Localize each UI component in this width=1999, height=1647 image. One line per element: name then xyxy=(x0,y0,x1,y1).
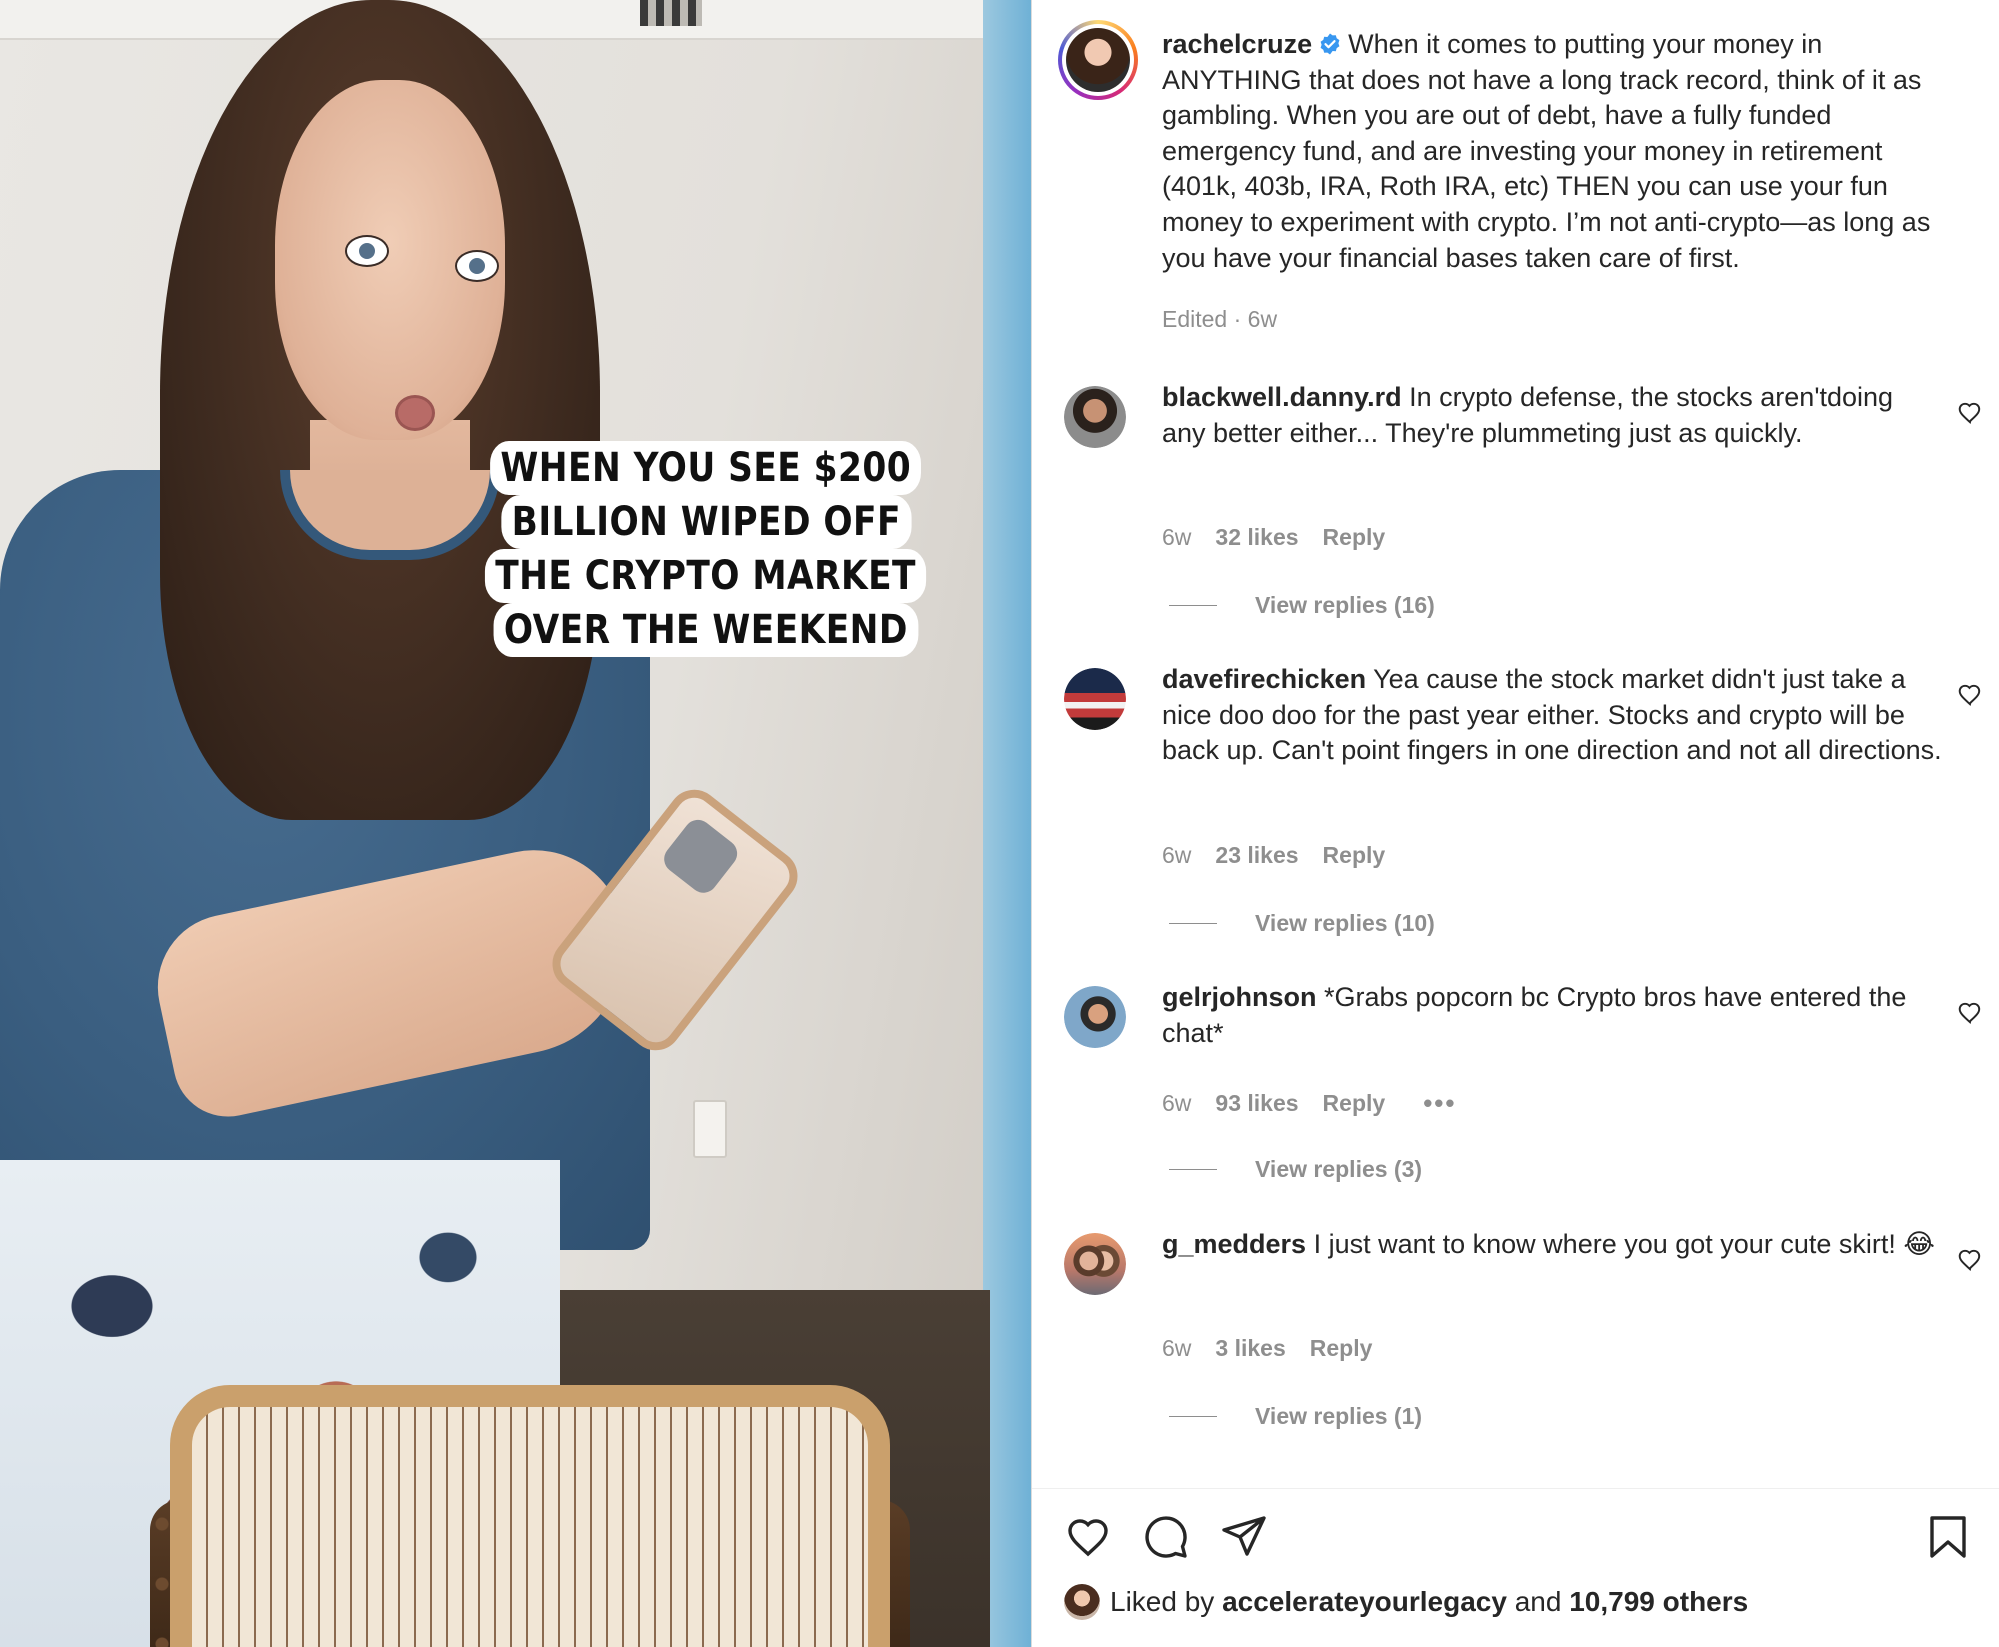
comment-like-heart-icon[interactable] xyxy=(1957,400,1983,426)
comment-likes[interactable]: 32 likes xyxy=(1215,524,1298,551)
liked-by-line: Liked by accelerateyourlegacy and 10,799… xyxy=(1064,1584,1748,1620)
verified-badge-icon xyxy=(1320,33,1340,55)
reply-button[interactable]: Reply xyxy=(1323,1090,1386,1117)
overlay-caption-line: BILLION WIPED OFF xyxy=(501,495,911,549)
post-actions-bar: Liked by accelerateyourlegacy and 10,799… xyxy=(1032,1488,1999,1647)
commenter-avatar[interactable] xyxy=(1064,1233,1126,1295)
edited-timestamp: Edited · 6w xyxy=(1162,306,1278,332)
liked-by-prefix: Liked by xyxy=(1110,1586,1215,1617)
heart-icon[interactable] xyxy=(1064,1513,1112,1561)
author-username[interactable]: rachelcruze xyxy=(1162,29,1312,59)
person-eye-left xyxy=(345,235,389,267)
video-overlay-caption: WHEN YOU SEE $200 BILLION WIPED OFF THE … xyxy=(471,441,941,657)
replies-divider xyxy=(1169,1169,1217,1170)
commenter-avatar[interactable] xyxy=(1064,668,1126,730)
author-caption: rachelcruze When it comes to putting your… xyxy=(1162,27,1942,276)
view-replies-button[interactable]: View replies (1) xyxy=(1169,1403,1422,1430)
comment-body: blackwell.danny.rd In crypto defense, th… xyxy=(1162,380,1942,451)
person-eye-right xyxy=(455,250,499,282)
view-replies-label: View replies (10) xyxy=(1255,910,1435,936)
air-vent xyxy=(640,0,702,26)
comment-time: 6w xyxy=(1162,842,1192,868)
comment-meta: 6w 3 likes Reply xyxy=(1162,1335,1372,1362)
comment-icon[interactable] xyxy=(1142,1513,1190,1561)
comment-body: g_medders I just want to know where you … xyxy=(1162,1227,1942,1263)
comment-body: gelrjohnson *Grabs popcorn bc Crypto bro… xyxy=(1162,980,1942,1051)
wall-outlet xyxy=(693,1100,727,1158)
handbag xyxy=(170,1385,890,1647)
likes-count-button[interactable]: 10,799 others xyxy=(1569,1586,1748,1618)
comment-meta: 6w 93 likes Reply ••• xyxy=(1162,1088,1457,1119)
comment-body: davefirechicken Yea cause the stock mark… xyxy=(1162,662,1942,769)
view-replies-label: View replies (16) xyxy=(1255,592,1435,618)
comment-likes[interactable]: 3 likes xyxy=(1215,1335,1285,1362)
view-replies-button[interactable]: View replies (3) xyxy=(1169,1156,1422,1183)
comment-likes[interactable]: 23 likes xyxy=(1215,842,1298,869)
replies-divider xyxy=(1169,605,1217,606)
caption-text: When it comes to putting your money in A… xyxy=(1162,29,1931,273)
comment-like-heart-icon[interactable] xyxy=(1957,1000,1983,1026)
caption-meta: Edited · 6w xyxy=(1162,306,1277,333)
wall-edge xyxy=(983,0,1031,1647)
replies-divider xyxy=(1169,923,1217,924)
reply-button[interactable]: Reply xyxy=(1323,842,1386,869)
comment-text: I just want to know where you got your c… xyxy=(1313,1229,1935,1259)
liked-by-username[interactable]: accelerateyourlegacy xyxy=(1222,1586,1507,1618)
comment-likes[interactable]: 93 likes xyxy=(1215,1090,1298,1117)
liked-by-and: and xyxy=(1514,1586,1562,1617)
comment-options-button[interactable]: ••• xyxy=(1423,1088,1456,1119)
person-mouth xyxy=(395,395,435,431)
post-video[interactable]: WHEN YOU SEE $200 BILLION WIPED OFF THE … xyxy=(0,0,1031,1647)
commenter-username[interactable]: gelrjohnson xyxy=(1162,982,1317,1012)
reply-button[interactable]: Reply xyxy=(1310,1335,1373,1362)
post-sidebar: rachelcruze When it comes to putting your… xyxy=(1031,0,1999,1647)
bookmark-icon[interactable] xyxy=(1924,1513,1972,1561)
comment-time: 6w xyxy=(1162,524,1192,550)
instagram-post: WHEN YOU SEE $200 BILLION WIPED OFF THE … xyxy=(0,0,1999,1647)
commenter-avatar[interactable] xyxy=(1064,986,1126,1048)
view-replies-label: View replies (1) xyxy=(1255,1403,1423,1429)
view-replies-button[interactable]: View replies (16) xyxy=(1169,592,1435,619)
view-replies-label: View replies (3) xyxy=(1255,1156,1423,1182)
commenter-username[interactable]: g_medders xyxy=(1162,1229,1306,1259)
comment-time: 6w xyxy=(1162,1335,1192,1361)
share-icon[interactable] xyxy=(1220,1513,1268,1561)
comment-time: 6w xyxy=(1162,1090,1192,1116)
commenter-username[interactable]: blackwell.danny.rd xyxy=(1162,382,1402,412)
reply-button[interactable]: Reply xyxy=(1323,524,1386,551)
commenter-avatar[interactable] xyxy=(1064,386,1126,448)
replies-divider xyxy=(1169,1416,1217,1417)
author-avatar[interactable] xyxy=(1058,20,1138,100)
comment-like-heart-icon[interactable] xyxy=(1957,682,1983,708)
comment-meta: 6w 23 likes Reply xyxy=(1162,842,1385,869)
overlay-caption-line: WHEN YOU SEE $200 xyxy=(490,441,922,495)
view-replies-button[interactable]: View replies (10) xyxy=(1169,910,1435,937)
liker-avatar[interactable] xyxy=(1064,1584,1100,1620)
overlay-caption-line: THE CRYPTO MARKET xyxy=(485,549,927,603)
overlay-caption-line: OVER THE WEEKEND xyxy=(493,603,919,657)
comment-meta: 6w 32 likes Reply xyxy=(1162,524,1385,551)
comment-like-heart-icon[interactable] xyxy=(1957,1247,1983,1273)
commenter-username[interactable]: davefirechicken xyxy=(1162,664,1366,694)
ceiling xyxy=(0,0,1031,40)
